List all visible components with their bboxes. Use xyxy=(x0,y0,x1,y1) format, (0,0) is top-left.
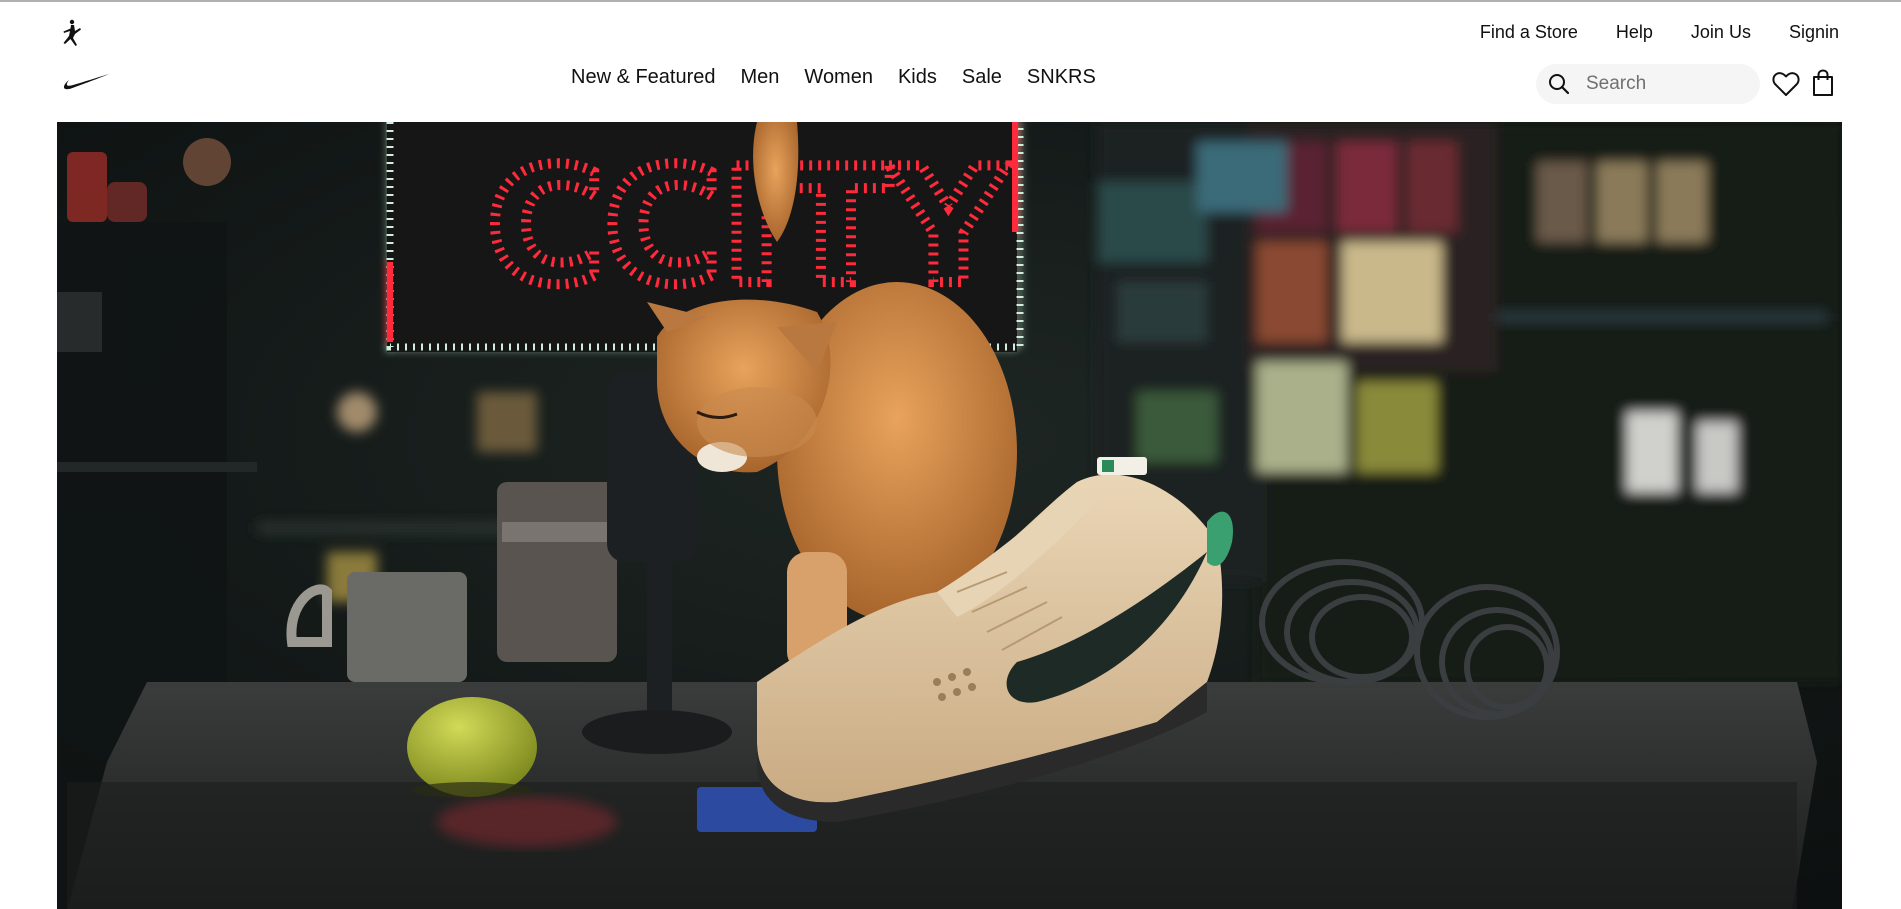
heart-icon[interactable] xyxy=(1771,69,1801,99)
utility-bar: Find a Store Help Join Us Signin xyxy=(0,2,1901,64)
nav-item-sale[interactable]: Sale xyxy=(962,66,1002,89)
nav-item-snkrs[interactable]: SNKRS xyxy=(1027,66,1096,89)
nav-item-women[interactable]: Women xyxy=(804,66,873,89)
nav-item-kids[interactable]: Kids xyxy=(898,66,937,89)
main-nav: New & Featured Men Women Kids Sale SNKRS xyxy=(0,64,1901,122)
find-a-store-link[interactable]: Find a Store xyxy=(1480,22,1578,43)
nav-item-men[interactable]: Men xyxy=(741,66,780,89)
search-box xyxy=(1536,64,1760,104)
signin-link[interactable]: Signin xyxy=(1789,22,1839,43)
nav-item-new-featured[interactable]: New & Featured xyxy=(571,66,716,89)
shopping-bag-icon[interactable] xyxy=(1809,68,1837,98)
jordan-jumpman-icon[interactable] xyxy=(58,19,84,47)
search-input[interactable] xyxy=(1584,72,1748,96)
join-us-link[interactable]: Join Us xyxy=(1691,22,1751,43)
help-link[interactable]: Help xyxy=(1616,22,1653,43)
utility-links: Find a Store Help Join Us Signin xyxy=(1442,22,1839,43)
nike-homepage: Find a Store Help Join Us Signin New & F… xyxy=(0,0,1901,909)
hero-image: CCITY xyxy=(57,122,1842,909)
search-icon[interactable] xyxy=(1544,69,1574,99)
hero-banner[interactable]: CCITY xyxy=(57,122,1842,909)
nav-menu: New & Featured Men Women Kids Sale SNKRS xyxy=(571,66,1121,89)
nike-swoosh-icon[interactable] xyxy=(62,71,110,95)
